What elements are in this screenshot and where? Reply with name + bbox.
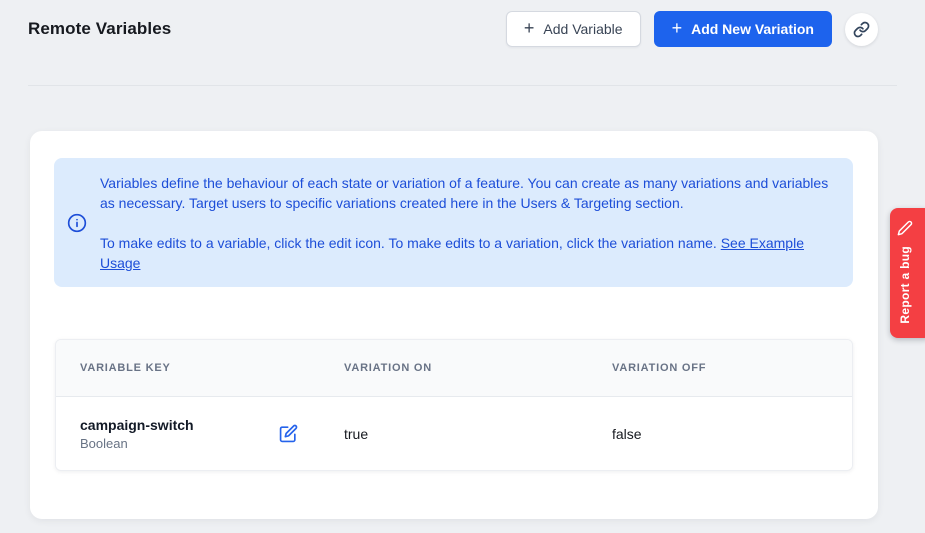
edit-variable-button[interactable] — [279, 424, 298, 443]
info-circle-icon — [67, 213, 87, 233]
column-header-variation-off: Variation Off — [588, 362, 852, 374]
plus-icon: + — [524, 19, 535, 37]
variable-key-cell: campaign-switch Boolean — [56, 415, 320, 453]
add-new-variation-button[interactable]: + Add New Variation — [654, 11, 832, 47]
pencil-icon — [897, 220, 913, 236]
report-a-bug-tab[interactable]: Report a bug — [890, 208, 925, 338]
plus-icon: + — [672, 19, 683, 37]
variable-type: Boolean — [80, 435, 194, 453]
variables-table: Variable Key Variation On Variation Off … — [55, 339, 853, 471]
variation-off-value: false — [588, 426, 852, 442]
table-row: campaign-switch Boolean true false — [56, 397, 852, 470]
info-banner: Variables define the behaviour of each s… — [54, 158, 853, 287]
header-actions: + Add Variable + Add New Variation — [506, 11, 878, 47]
info-paragraph-2-text: To make edits to a variable, click the e… — [100, 235, 721, 251]
edit-pencil-square-icon — [279, 424, 298, 443]
column-header-variation-on: Variation On — [320, 362, 588, 374]
report-a-bug-label: Report a bug — [898, 246, 912, 324]
column-header-variable-key: Variable Key — [56, 362, 320, 374]
page: Remote Variables + Add Variable + Add Ne… — [0, 0, 925, 533]
copy-link-button[interactable] — [845, 13, 878, 46]
info-paragraph-2: To make edits to a variable, click the e… — [100, 233, 837, 273]
add-variable-label: Add Variable — [543, 21, 622, 37]
remote-variables-card: Variables define the behaviour of each s… — [30, 131, 878, 519]
page-header: Remote Variables + Add Variable + Add Ne… — [0, 0, 925, 58]
add-new-variation-label: Add New Variation — [691, 21, 814, 37]
variable-key-name: campaign-switch — [80, 415, 194, 435]
info-text: Variables define the behaviour of each s… — [100, 173, 853, 273]
table-header-row: Variable Key Variation On Variation Off — [56, 340, 852, 397]
add-variable-button[interactable]: + Add Variable — [506, 11, 641, 47]
variable-key-text: campaign-switch Boolean — [80, 415, 194, 453]
link-chain-icon — [853, 21, 870, 38]
variation-on-value: true — [320, 426, 588, 442]
header-divider — [28, 85, 897, 86]
page-title: Remote Variables — [28, 19, 171, 39]
info-icon-column — [54, 213, 100, 233]
info-paragraph-1: Variables define the behaviour of each s… — [100, 173, 837, 213]
